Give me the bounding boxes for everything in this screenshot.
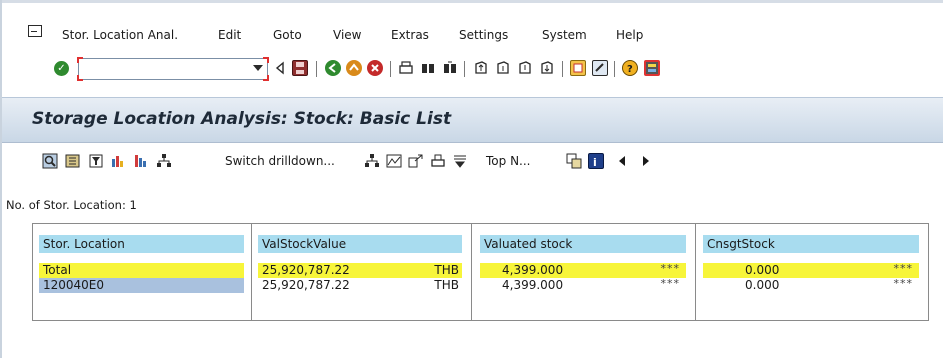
next-page-icon[interactable] — [517, 60, 533, 76]
total-valuated-flag: *** — [660, 262, 680, 275]
find-icon[interactable] — [420, 60, 436, 76]
drilldown-tree-icon[interactable] — [364, 153, 380, 169]
first-page-icon[interactable] — [473, 60, 489, 76]
page-title: Storage Location Analysis: Stock: Basic … — [32, 109, 452, 129]
total-cnsgt-value[interactable]: 0.000 — [745, 263, 779, 278]
total-row-valstock: 25,920,787.22 THB — [258, 263, 462, 278]
toolbar-separator — [562, 61, 563, 77]
copy-list-icon[interactable] — [566, 153, 582, 169]
back-icon[interactable] — [272, 60, 288, 76]
row-cnsgt: 0.000 *** — [703, 277, 919, 293]
help-icon[interactable]: ? — [622, 60, 638, 76]
total-cnsgt-flag: *** — [893, 262, 913, 275]
header-stor-location[interactable]: Stor. Location — [39, 235, 244, 253]
enter-icon[interactable]: ✓ — [54, 61, 69, 76]
switch-drilldown-button[interactable]: Switch drilldown... — [225, 154, 335, 168]
row-valuated-value[interactable]: 4,399.000 — [502, 278, 563, 293]
graphics-icon[interactable] — [110, 153, 126, 169]
row-valstock: 25,920,787.22 THB — [258, 278, 462, 293]
menu-goto[interactable]: Goto — [273, 28, 302, 42]
system-menu-icon[interactable] — [28, 25, 42, 37]
header-valuated-stock[interactable]: Valuated stock — [480, 235, 686, 253]
command-field[interactable] — [77, 57, 269, 81]
info-icon[interactable]: i — [588, 153, 604, 169]
report-content: No. of Stor. Location: 1 Stor. Location … — [2, 179, 943, 358]
svg-text:i: i — [593, 156, 597, 168]
chart-line-icon[interactable] — [386, 153, 402, 169]
header-cnsgtstock[interactable]: CnsgtStock — [703, 235, 919, 253]
row-location[interactable]: 120040E0 — [39, 278, 244, 293]
hierarchy-icon[interactable] — [156, 153, 172, 169]
last-page-icon[interactable] — [539, 60, 555, 76]
command-input[interactable] — [79, 59, 247, 79]
stock-table: Stor. Location Total 120040E0 ValStockVa… — [32, 223, 929, 321]
shortcut-icon[interactable] — [592, 60, 608, 76]
column-valstockvalue: ValStockValue 25,920,787.22 THB 25,920,7… — [252, 224, 472, 320]
row-currency: THB — [434, 278, 459, 292]
menu-system[interactable]: System — [542, 28, 587, 42]
toolbar-separator — [614, 61, 615, 77]
layout-menu-icon[interactable] — [644, 60, 660, 76]
find-next-icon[interactable] — [442, 60, 458, 76]
next-icon[interactable] — [643, 156, 649, 166]
standard-toolbar: ✓ ? — [2, 51, 943, 97]
column-cnsgtstock: CnsgtStock 0.000 *** 0.000 *** — [696, 224, 928, 320]
application-toolbar: Switch drilldown... Top N... i — [2, 143, 943, 179]
print-icon[interactable] — [398, 60, 414, 76]
toolbar-separator — [464, 61, 465, 77]
menu-stor-location-anal[interactable]: Stor. Location Anal. — [62, 28, 178, 42]
row-valuated: 4,399.000 *** — [480, 277, 686, 293]
screen-title-bar: Storage Location Analysis: Stock: Basic … — [2, 97, 943, 143]
select-layout-icon[interactable] — [65, 153, 81, 169]
back-arrow-icon[interactable] — [325, 60, 341, 76]
row-cnsgt-flag: *** — [893, 277, 913, 290]
total-valuated-value[interactable]: 4,399.000 — [502, 263, 563, 278]
create-session-icon[interactable] — [570, 60, 586, 76]
row-valstock-value[interactable]: 25,920,787.22 — [262, 278, 350, 293]
print-list-icon[interactable] — [430, 153, 446, 169]
cancel-icon[interactable] — [367, 60, 383, 76]
menu-extras[interactable]: Extras — [391, 28, 429, 42]
details-icon[interactable] — [42, 153, 58, 169]
total-currency: THB — [434, 263, 459, 277]
total-valstock-value[interactable]: 25,920,787.22 — [262, 263, 350, 278]
location-count-label: No. of Stor. Location: 1 — [6, 198, 137, 212]
previous-icon[interactable] — [619, 156, 625, 166]
export-icon[interactable] — [408, 153, 424, 169]
toolbar-separator — [316, 61, 317, 77]
menu-bar: Stor. Location Anal. Edit Goto View Extr… — [2, 3, 943, 51]
total-row-location[interactable]: Total — [39, 263, 244, 278]
menu-edit[interactable]: Edit — [218, 28, 241, 42]
header-valstockvalue[interactable]: ValStockValue — [258, 235, 462, 253]
column-valuated-stock: Valuated stock 4,399.000 *** 4,399.000 *… — [472, 224, 696, 320]
exit-icon[interactable] — [346, 60, 362, 76]
command-history-dropdown-icon[interactable] — [253, 65, 263, 71]
column-stor-location: Stor. Location Total 120040E0 — [33, 224, 252, 320]
menu-help[interactable]: Help — [616, 28, 643, 42]
row-valuated-flag: *** — [660, 277, 680, 290]
total-row-valuated: 4,399.000 *** — [480, 262, 686, 278]
top-n-button[interactable]: Top N... — [486, 154, 530, 168]
filter-icon[interactable] — [88, 153, 104, 169]
abc-analysis-icon[interactable] — [133, 153, 149, 169]
sort-filter-icon[interactable] — [452, 153, 468, 169]
menu-view[interactable]: View — [333, 28, 361, 42]
total-row-cnsgt: 0.000 *** — [703, 262, 919, 278]
svg-text:?: ? — [627, 64, 633, 75]
save-icon[interactable] — [292, 60, 308, 76]
menu-settings[interactable]: Settings — [459, 28, 508, 42]
previous-page-icon[interactable] — [495, 60, 511, 76]
toolbar-separator — [390, 61, 391, 77]
row-cnsgt-value[interactable]: 0.000 — [745, 278, 779, 293]
